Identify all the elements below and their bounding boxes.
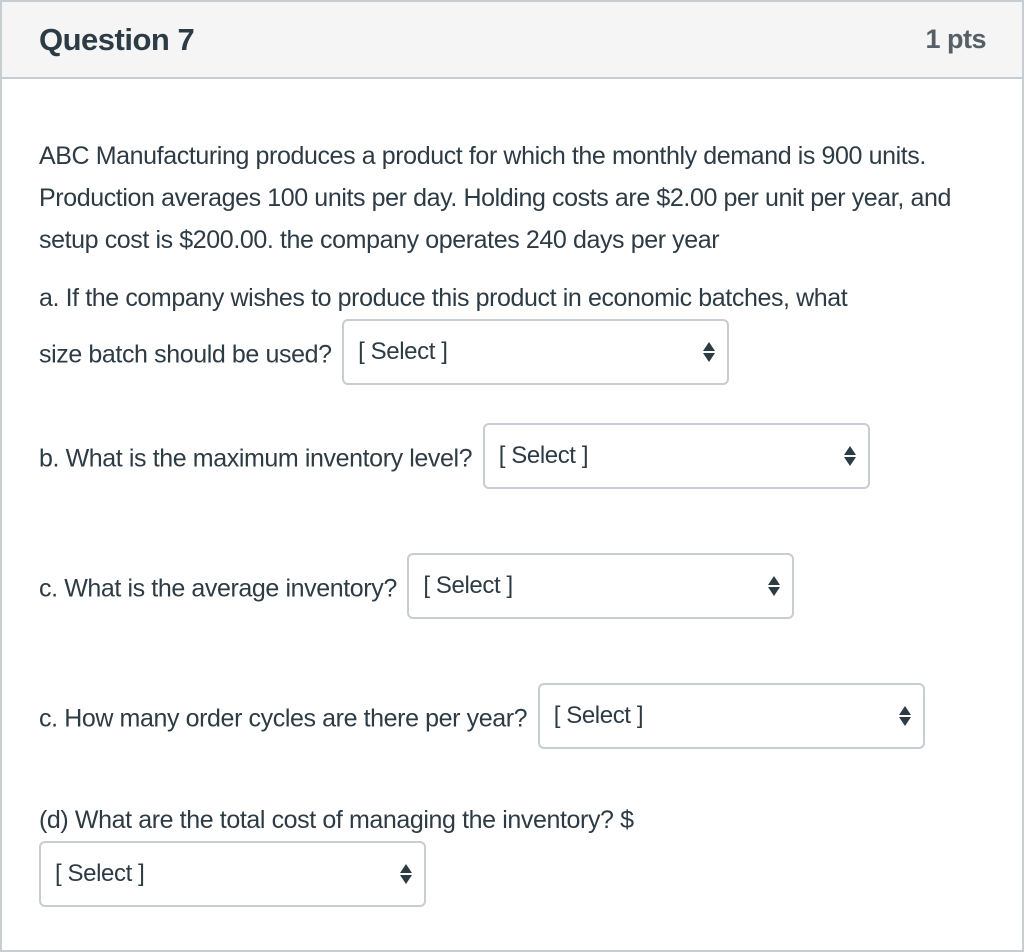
part-a-text-line1: a. If the company wishes to produce this… — [39, 284, 848, 312]
part-d: (d) What are the total cost of managing … — [39, 799, 986, 907]
updown-arrows-icon — [768, 576, 781, 596]
updown-arrows-icon — [843, 446, 856, 466]
part-c-select-value: [ Select ] — [423, 572, 513, 599]
part-c-text: c. What is the average inventory? — [39, 574, 397, 603]
part-a: a. If the company wishes to produce this… — [39, 277, 986, 389]
part-c: c. What is the average inventory? [ Sele… — [39, 553, 986, 623]
part-d-select-value: [ Select ] — [55, 860, 145, 887]
question-points: 1 pts — [925, 24, 986, 54]
part-a-select[interactable]: [ Select ] — [342, 319, 730, 385]
part-b-line: b. What is the maximum inventory level? … — [39, 423, 986, 493]
question-body: ABC Manufacturing produces a product for… — [2, 79, 1022, 907]
part-c2-text: c. How many order cycles are there per y… — [39, 704, 528, 733]
part-c-select[interactable]: [ Select ] — [407, 553, 795, 619]
part-b-select-value: [ Select ] — [498, 442, 589, 469]
part-c2-select[interactable]: [ Select ] — [537, 683, 925, 749]
part-a-line2: size batch should be used? [ Select ] — [39, 319, 986, 389]
part-a-select-value: [ Select ] — [358, 338, 448, 365]
question-header: Question 7 1 pts — [2, 2, 1022, 79]
part-b: b. What is the maximum inventory level? … — [39, 423, 986, 493]
updown-arrows-icon — [703, 342, 716, 362]
part-b-text: b. What is the maximum inventory level? — [39, 444, 473, 473]
quiz-question-card: Question 7 1 pts ABC Manufacturing produ… — [0, 0, 1024, 952]
updown-arrows-icon — [400, 864, 412, 884]
question-title: Question 7 — [39, 21, 195, 57]
updown-arrows-icon — [898, 706, 911, 726]
part-c2-select-value: [ Select ] — [553, 702, 644, 729]
part-a-text-line2: size batch should be used? — [39, 340, 332, 369]
part-d-text: (d) What are the total cost of managing … — [39, 806, 634, 834]
part-c-line: c. What is the average inventory? [ Sele… — [39, 553, 986, 623]
part-c2: c. How many order cycles are there per y… — [39, 683, 986, 753]
part-b-select[interactable]: [ Select ] — [482, 423, 870, 489]
part-d-select[interactable]: [ Select ] — [39, 841, 426, 907]
question-intro: ABC Manufacturing produces a product for… — [39, 142, 951, 254]
part-c2-line: c. How many order cycles are there per y… — [39, 683, 986, 753]
